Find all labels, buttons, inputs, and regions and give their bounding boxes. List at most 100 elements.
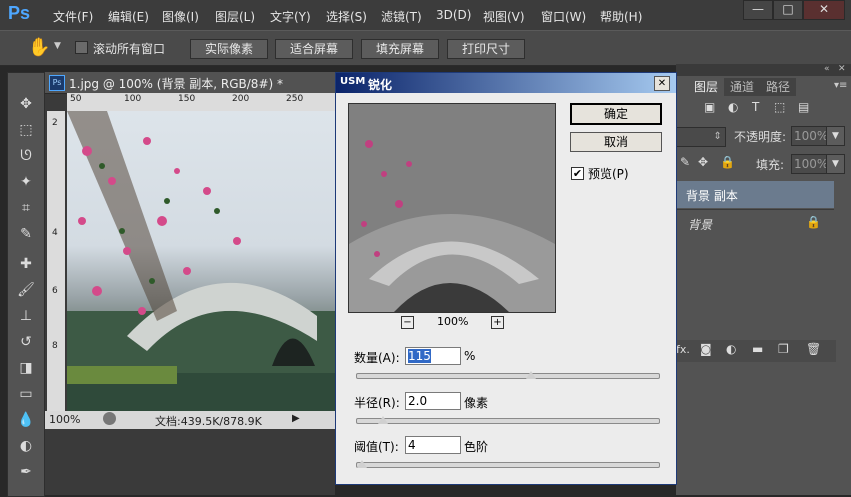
fit-screen-button[interactable]: 适合屏幕 [275,39,353,59]
filter-shape-icon[interactable]: ⬚ [774,100,785,114]
pen-tool-icon[interactable]: ✒ [14,461,38,483]
opacity-input[interactable]: 100% [791,126,828,146]
menu-type[interactable]: 文字(Y) [270,8,311,25]
filter-adjustment-icon[interactable]: ◐ [728,100,738,114]
dodge-tool-icon[interactable]: ◐ [14,435,38,457]
panel-menu-icon[interactable]: ▾≡ [834,80,847,91]
magic-wand-tool-icon[interactable]: ✦ [14,171,38,193]
layer-style-icon[interactable]: fx. [676,343,690,356]
healing-brush-tool-icon[interactable]: ✚ [14,253,38,275]
preview-zoom-level: 100% [437,315,469,328]
menu-layer[interactable]: 图层(L) [215,8,255,25]
menu-bar: Ps 文件(F) 编辑(E) 图像(I) 图层(L) 文字(Y) 选择(S) 滤… [0,0,851,30]
crop-tool-icon[interactable]: ⌗ [14,197,38,219]
menu-view[interactable]: 视图(V) [483,8,525,25]
dialog-close-button[interactable]: ✕ [654,76,670,91]
minimize-button[interactable]: — [743,0,773,20]
print-size-button[interactable]: 打印尺寸 [447,39,525,59]
brush-tool-icon[interactable]: 🖌 [14,279,38,301]
tool-preset-dropdown-icon[interactable]: ▼ [54,41,61,51]
opacity-label: 不透明度: [734,130,787,144]
preview-illustration [349,104,555,312]
actual-pixels-button[interactable]: 实际像素 [190,39,268,59]
filter-smart-object-icon[interactable]: ▤ [798,100,809,114]
layer-row-selected[interactable]: 背景 副本 [676,181,834,208]
delete-layer-icon[interactable]: 🗑 [806,342,821,356]
fill-dropdown-icon[interactable]: ▼ [826,154,845,174]
lock-all-icon[interactable]: 🔒 [720,155,735,169]
blur-tool-icon[interactable]: 💧 [14,409,38,431]
gradient-tool-icon[interactable]: ▭ [14,383,38,405]
horizontal-ruler[interactable]: 50 100 150 200 250 [67,93,335,111]
amount-slider-track[interactable] [356,373,660,379]
new-layer-icon[interactable]: ❐ [778,342,789,356]
clone-stamp-tool-icon[interactable]: ⊥ [14,305,38,327]
vertical-ruler[interactable]: 2 4 6 8 [47,111,65,411]
marquee-tool-icon[interactable]: ⬚ [14,119,38,141]
history-brush-tool-icon[interactable]: ↺ [14,331,38,353]
eraser-tool-icon[interactable]: ◨ [14,357,38,379]
scroll-all-checkbox[interactable] [75,41,88,54]
tab-paths[interactable]: 路径 [760,78,796,96]
fill-screen-button[interactable]: 填充屏幕 [361,39,439,59]
close-panel-icon[interactable]: ✕ [838,64,846,74]
threshold-slider-thumb[interactable] [357,460,368,468]
layer-row[interactable]: 背景 🔒 [676,209,834,237]
zoom-level[interactable]: 100% [49,413,80,426]
dialog-title-bar[interactable]: USM 锐化 ✕ [336,73,676,93]
radius-slider-thumb[interactable] [378,416,389,424]
add-mask-icon[interactable]: ◙ [700,342,712,356]
preview-checkbox[interactable]: ✔ [571,167,584,180]
move-tool-icon[interactable]: ✥ [14,93,38,115]
amount-slider-thumb[interactable] [526,371,537,379]
zoom-in-button[interactable]: + [491,316,504,329]
collapse-panel-icon[interactable]: « [824,64,830,74]
close-button[interactable]: ✕ [803,0,845,20]
threshold-input[interactable]: 4 [405,436,461,454]
eyedropper-tool-icon[interactable]: ✎ [14,223,38,245]
menu-help[interactable]: 帮助(H) [600,8,642,25]
fill-input[interactable]: 100% [791,154,828,174]
ok-button[interactable]: 确定 [570,103,662,125]
menu-select[interactable]: 选择(S) [326,8,367,25]
new-group-icon[interactable]: ▬ [752,342,763,356]
amount-unit: % [464,349,476,363]
menu-image[interactable]: 图像(I) [162,8,199,25]
opacity-dropdown-icon[interactable]: ▼ [826,126,845,146]
lock-position-icon[interactable]: ✥ [698,155,708,169]
document-canvas-photo[interactable] [67,111,335,411]
tab-channels[interactable]: 通道 [724,78,760,96]
hand-tool-icon[interactable]: ✋ [28,37,50,58]
filter-type-icon[interactable]: T [752,100,759,114]
adjustment-layer-icon[interactable]: ◐ [726,342,736,356]
sharpen-preview-pane[interactable] [348,103,556,313]
dialog-app-icon: USM [340,76,366,87]
menu-3d[interactable]: 3D(D) [436,8,471,22]
menu-filter[interactable]: 滤镜(T) [381,8,422,25]
blend-mode-dropdown[interactable]: ⇕ [676,127,726,147]
radius-unit: 像素 [464,396,489,410]
amount-input[interactable]: 115 [405,347,461,365]
document-title: 1.jpg @ 100% (背景 副本, RGB/8#) * [69,77,283,91]
menu-window[interactable]: 窗口(W) [541,8,586,25]
menu-edit[interactable]: 编辑(E) [108,8,149,25]
radius-slider-track[interactable] [356,418,660,424]
maximize-button[interactable]: □ [773,0,803,20]
preview-label: 预览(P) [588,167,629,181]
document-tab[interactable]: Ps 1.jpg @ 100% (背景 副本, RGB/8#) * [45,72,335,94]
zoom-out-button[interactable]: − [401,316,414,329]
tab-layers[interactable]: 图层 [688,78,724,96]
threshold-slider-track[interactable] [356,462,660,468]
unsharp-mask-dialog: USM 锐化 ✕ − 100% + 确定 取消 ✔ 预览(P) 数量(A): 1… [335,72,677,485]
cancel-button[interactable]: 取消 [570,132,662,152]
filter-image-icon[interactable]: ▣ [704,100,715,114]
ruler-tick-label: 4 [52,228,58,238]
lasso-tool-icon[interactable]: ᘎ [14,145,38,167]
lock-pixels-icon[interactable]: ✎ [680,155,690,169]
layer-name: 背景 副本 [686,189,738,203]
radius-input[interactable]: 2.0 [405,392,461,410]
status-menu-arrow-icon[interactable]: ▶ [292,413,300,424]
menu-file[interactable]: 文件(F) [53,8,93,25]
status-info-icon[interactable] [103,412,116,425]
ruler-tick-label: 50 [70,94,82,104]
